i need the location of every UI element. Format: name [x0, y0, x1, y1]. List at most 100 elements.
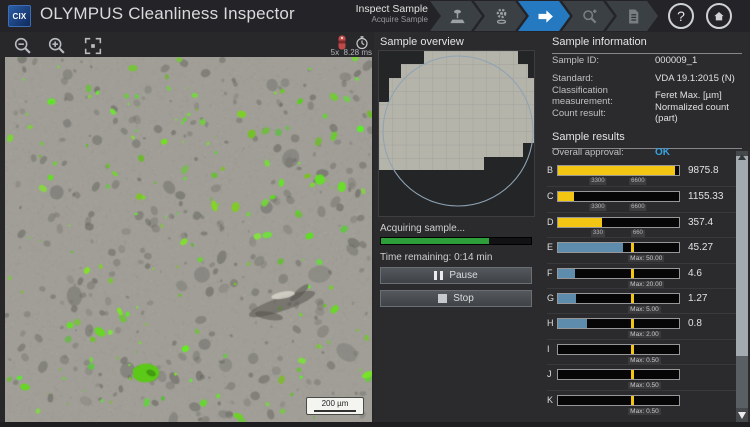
result-class-label: G	[547, 293, 557, 313]
limit-marker	[631, 345, 634, 354]
result-row: GMax: 5.001.27	[547, 288, 737, 313]
result-class-label: B	[547, 165, 557, 186]
specimen-image[interactable]	[5, 57, 372, 422]
sample-overview-panel: Sample overview Acquiring sample... Time…	[374, 32, 538, 422]
result-row: D330660357.4	[547, 212, 737, 237]
result-value: 0.8	[688, 318, 702, 338]
max-limit-label: Max: 5.00	[628, 306, 661, 313]
max-limit-label: Max: 0.50	[628, 408, 661, 415]
overall-approval-label: Overall approval:	[552, 147, 655, 158]
info-value: VDA 19.1:2015 (N)	[655, 73, 735, 84]
scroll-up-icon[interactable]	[738, 154, 746, 160]
fit-to-view-button[interactable]	[82, 35, 104, 57]
results-scrollbar[interactable]	[736, 151, 748, 422]
step-sub-label: Acquire Sample	[356, 15, 428, 24]
result-row: C 3300 6600 1155.33	[547, 186, 737, 211]
scale-tick-label: 6600	[629, 178, 646, 185]
result-row: JMax: 0.50	[547, 364, 737, 389]
info-value: 000009_1	[655, 55, 697, 66]
max-limit-label: Max: 0.50	[628, 382, 661, 389]
scale-tick-label: 3300	[589, 204, 606, 211]
result-class-label: J	[547, 369, 557, 389]
result-bar: Max: 20.00	[557, 268, 680, 279]
result-class-label: F	[547, 268, 557, 288]
result-value: 45.27	[688, 242, 713, 262]
zoom-in-button[interactable]	[46, 35, 68, 57]
scale-bar-label: 200 µm	[314, 399, 356, 409]
result-class-label: C	[547, 191, 557, 211]
app-title: OLYMPUS Cleanliness Inspector	[40, 4, 295, 24]
result-bar-fill	[558, 243, 623, 252]
image-viewport-area: 5x 8.28 ms 200 µm	[0, 32, 374, 422]
info-label: Standard:	[552, 73, 655, 84]
limit-marker	[631, 370, 634, 379]
search-icon	[579, 6, 600, 27]
title-bar: CIX OLYMPUS Cleanliness Inspector Inspec…	[0, 0, 750, 32]
stop-icon	[438, 294, 447, 303]
exposure-value: 8.28 ms	[344, 48, 372, 57]
result-bar-fill	[558, 269, 575, 278]
limit-marker	[631, 243, 634, 252]
zoom-out-button[interactable]	[12, 35, 34, 57]
acquisition-status-text: Acquiring sample...	[380, 223, 465, 234]
step-main-label: Inspect Sample	[356, 3, 428, 15]
info-label: Count result:	[552, 108, 655, 119]
max-limit-label: Max: 50.00	[628, 255, 664, 262]
result-row: IMax: 0.50	[547, 339, 737, 364]
pause-button-label: Pause	[449, 270, 477, 281]
info-label: Classification measurement:	[552, 85, 655, 107]
result-row: EMax: 50.0045.27	[547, 237, 737, 262]
workflow-step-load-sample[interactable]	[430, 1, 482, 31]
gear-icon	[491, 6, 512, 27]
result-bar-fill	[558, 319, 587, 328]
acquisition-progress-fill	[381, 238, 489, 244]
scrollbar-thumb[interactable]	[736, 156, 748, 356]
sample-information-title: Sample information	[552, 32, 742, 54]
scale-tick-label: 330	[591, 230, 605, 237]
pause-button[interactable]: Pause	[380, 267, 532, 284]
result-value: 357.4	[688, 217, 713, 237]
home-button[interactable]	[706, 3, 732, 29]
result-value: 9875.8	[688, 165, 719, 186]
limit-marker	[631, 396, 634, 405]
result-bar: 33006600	[557, 165, 680, 176]
cix-logo: CIX	[8, 5, 31, 27]
max-limit-label: Max: 20.00	[628, 281, 664, 288]
result-bar-fill	[558, 294, 576, 303]
scale-tick-label: 660	[631, 230, 645, 237]
time-remaining-text: Time remaining: 0:14 min	[380, 252, 492, 263]
result-class-label: K	[547, 395, 557, 415]
result-row: KMax: 0.50	[547, 390, 737, 415]
scale-bar-line	[314, 410, 356, 412]
camera-settings-text: 5x 8.28 ms	[331, 48, 372, 57]
result-value: 1.27	[688, 293, 707, 313]
result-value: 1155.33	[688, 191, 723, 211]
result-class-label: D	[547, 217, 557, 237]
stage-icon	[447, 6, 468, 27]
result-row: B33006600 9875.8	[547, 161, 737, 186]
result-bar: Max: 2.00	[557, 318, 680, 329]
max-limit-label: Max: 2.00	[628, 331, 661, 338]
result-class-label: H	[547, 318, 557, 338]
scroll-down-icon[interactable]	[738, 412, 746, 419]
info-row: Count result:Normalized count (part)	[552, 105, 742, 123]
result-bar: Max: 0.50	[557, 369, 680, 380]
result-bar-fill	[558, 192, 574, 201]
home-icon	[711, 8, 727, 24]
result-bar: Max: 0.50	[557, 395, 680, 406]
sample-overview-map[interactable]	[378, 50, 535, 217]
result-row: HMax: 2.000.8	[547, 313, 737, 338]
scale-tick-label: 6600	[629, 204, 646, 211]
help-icon: ?	[677, 8, 685, 24]
stop-button[interactable]: Stop	[380, 290, 532, 307]
report-icon	[623, 6, 644, 27]
info-label: Sample ID:	[552, 55, 655, 66]
scrollbar-track[interactable]	[736, 356, 748, 408]
limit-marker	[631, 294, 634, 303]
sample-info-rows: Sample ID:000009_1Standard:VDA 19.1:2015…	[552, 52, 742, 122]
result-bar: Max: 5.00	[557, 293, 680, 304]
wafer-map-graphic	[379, 51, 534, 216]
help-button[interactable]: ?	[668, 3, 694, 29]
pause-icon	[434, 271, 443, 280]
result-bar: 330660	[557, 217, 680, 228]
